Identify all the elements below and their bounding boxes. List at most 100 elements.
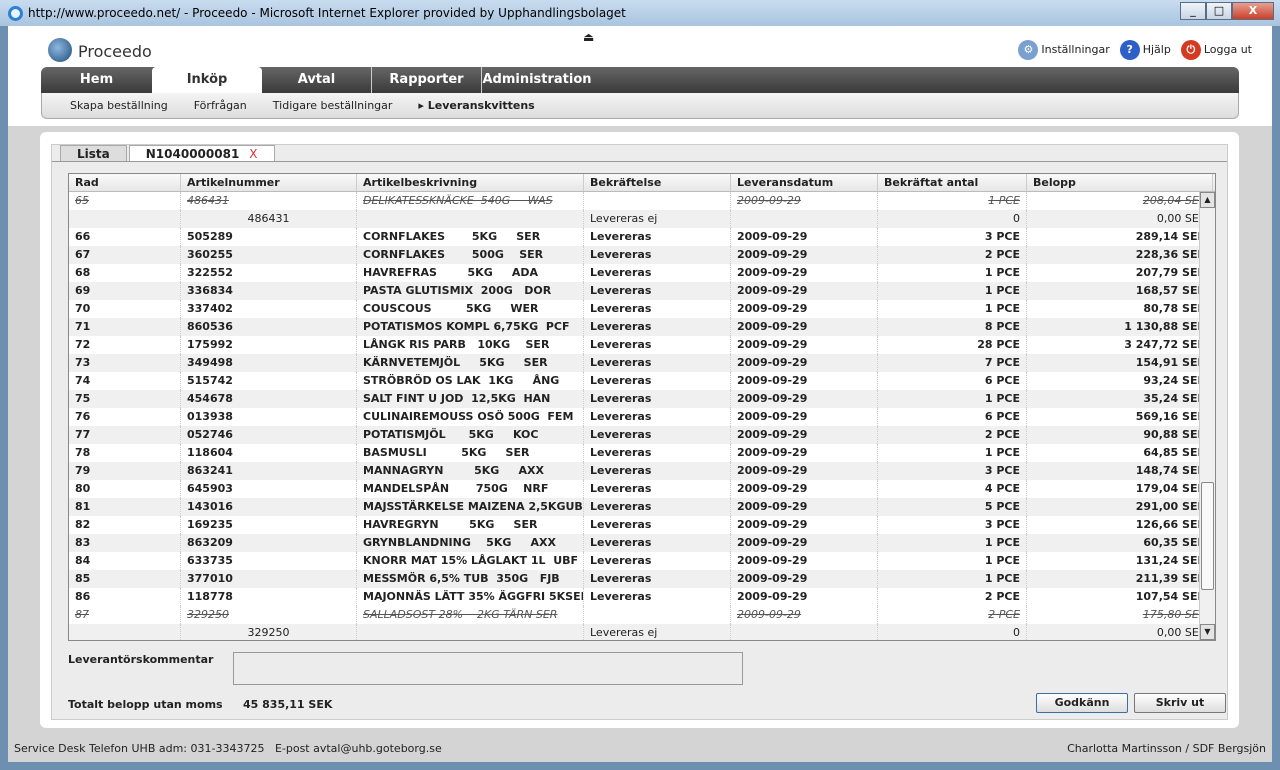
cell-text: Levereras [590, 320, 652, 333]
subnav-leveranskvittens[interactable]: ▸ Leveranskvittens [418, 99, 534, 112]
table-row[interactable]: 75 454678 SALT FINT U JOD 12,5KG HAN Levere… [69, 390, 1215, 408]
table-row[interactable]: 65 486431 DELIKATESSKNÄCKE 540G WAS 2009-09… [69, 192, 1215, 210]
cell-text: 3 247,72 SEK [1124, 338, 1206, 351]
table-cell: BASMUSLI 5KG SER [357, 444, 584, 462]
settings-link[interactable]: ⚙ Inställningar [1018, 40, 1110, 60]
minimize-button[interactable]: _ [1180, 2, 1206, 20]
table-cell: 70 [69, 300, 181, 318]
table-cell: 168,57 SEK [1027, 282, 1213, 300]
column-header[interactable]: Bekräftat antal [878, 174, 1027, 191]
cell-text: 2009-09-29 [737, 374, 808, 387]
column-header[interactable]: Artikelbeskrivning [357, 174, 584, 191]
column-header[interactable]: Bekräftelse [584, 174, 731, 191]
cell-text: 863241 [187, 464, 233, 477]
table-row[interactable]: 486431 Levereras ej 0 0,00 SEK [69, 210, 1215, 228]
table-cell: 1 PCE [878, 300, 1027, 318]
table-cell: 1 PCE [878, 192, 1027, 210]
nav-avtal[interactable]: Avtal [262, 67, 372, 93]
table-row[interactable]: 80 645903 MANDELSPÅN 750G NRF Levereras 2009… [69, 480, 1215, 498]
scroll-down-button[interactable]: ▼ [1200, 624, 1215, 640]
subnav-forfragan[interactable]: Förfrågan [194, 99, 247, 112]
logout-link[interactable]: ⏻ Logga ut [1180, 40, 1252, 60]
table-row[interactable]: 73 349498 KÄRNVETEMJÖL 5KG SER Levereras 200… [69, 354, 1215, 372]
table-row[interactable]: 82 169235 HAVREGRYN 5KG SER Levereras 2009-0… [69, 516, 1215, 534]
table-row[interactable]: 70 337402 COUSCOUS 5KG WER Levereras 2009-09… [69, 300, 1215, 318]
table-cell: COUSCOUS 5KG WER [357, 300, 584, 318]
table-row[interactable]: 79 863241 MANNAGRYN 5KG AXX Levereras 2009-0… [69, 462, 1215, 480]
cell-text: 28 PCE [977, 338, 1020, 351]
tab-lista[interactable]: Lista [60, 145, 127, 161]
nav-rapporter[interactable]: Rapporter [372, 67, 482, 93]
scroll-thumb[interactable] [1201, 482, 1214, 590]
cell-text: 65 [75, 194, 89, 207]
scrollbar[interactable]: ▲ ▼ [1199, 192, 1215, 640]
cell-text: PASTA GLUTISMIX 200G DOR [363, 284, 552, 297]
column-header[interactable]: Leveransdatum [731, 174, 878, 191]
cell-text: 336834 [187, 284, 233, 297]
table-row[interactable]: 66 505289 CORNFLAKES 5KG SER Levereras 2009-… [69, 228, 1215, 246]
close-button[interactable]: X [1232, 2, 1274, 20]
cell-text: 90,88 SEK [1143, 428, 1206, 441]
collapse-header-icon[interactable]: ⏏ [583, 30, 594, 44]
table-row[interactable]: 76 013938 CULINAIREMOUSS OSÖ 500G FEM Lever… [69, 408, 1215, 426]
table-cell: MAJONNÄS LÄTT 35% ÄGGFRI 5KSER [357, 588, 584, 606]
cell-text: 2009-09-29 [737, 482, 808, 495]
table-cell: Levereras [584, 300, 731, 318]
table-row[interactable]: 74 515742 STRÖBRÖD OS LAK 1KG ÅNG Levereras… [69, 372, 1215, 390]
table-row[interactable]: 72 175992 LÅNGK RIS PARB 10KG SER Levereras… [69, 336, 1215, 354]
nav-hem[interactable]: Hem [41, 67, 152, 93]
table-row[interactable]: 71 860536 POTATISMOS KOMPL 6,75KG PCF Lever… [69, 318, 1215, 336]
table-cell: 289,14 SEK [1027, 228, 1213, 246]
table-row[interactable]: 87 329250 SALLADSOST 28% 2KG TÄRN SER 2009-… [69, 606, 1215, 624]
table-row[interactable]: 69 336834 PASTA GLUTISMIX 200G DOR Leverera… [69, 282, 1215, 300]
nav-inkop[interactable]: Inköp [152, 67, 262, 93]
table-row[interactable]: 86 118778 MAJONNÄS LÄTT 35% ÄGGFRI 5KSER Le… [69, 588, 1215, 606]
table-row[interactable]: 78 118604 BASMUSLI 5KG SER Levereras 2009-09… [69, 444, 1215, 462]
table-cell: 93,24 SEK [1027, 372, 1213, 390]
column-header[interactable]: Artikelnummer [181, 174, 357, 191]
table-row[interactable]: 83 863209 GRYNBLANDNING 5KG AXX Levereras 20… [69, 534, 1215, 552]
table-cell: 3 PCE [878, 462, 1027, 480]
table-row[interactable]: 84 633735 KNORR MAT 15% LÅGLAKT 1L UBF Leve… [69, 552, 1215, 570]
nav-administration[interactable]: Administration [482, 67, 592, 93]
table-cell: Levereras [584, 426, 731, 444]
table-cell: 60,35 SEK [1027, 534, 1213, 552]
cell-text: Levereras [590, 230, 652, 243]
subnav-skapa-bestallning[interactable]: Skapa beställning [70, 99, 168, 112]
cell-text: 168,57 SEK [1135, 284, 1206, 297]
arrow-right-icon: ▸ [418, 99, 428, 112]
supplier-comment-field[interactable] [233, 652, 743, 685]
table-cell: MANDELSPÅN 750G NRF [357, 480, 584, 498]
cell-text: Levereras ej [590, 626, 658, 639]
table-cell: 64,85 SEK [1027, 444, 1213, 462]
scroll-up-button[interactable]: ▲ [1200, 192, 1215, 208]
cell-text: 208,04 SEK [1142, 194, 1206, 207]
table-row[interactable]: 68 322552 HAVREFRAS 5KG ADA Levereras 2009-0… [69, 264, 1215, 282]
table-row[interactable]: 77 052746 POTATISMJÖL 5KG KOC Levereras 2009… [69, 426, 1215, 444]
table-row[interactable]: 85 377010 MESSMÖR 6,5% TUB 350G FJB Leverer… [69, 570, 1215, 588]
approve-button[interactable]: Godkänn [1036, 693, 1128, 713]
cell-text: 569,16 SEK [1135, 410, 1206, 423]
table-row[interactable]: 81 143016 MAJSSTÄRKELSE MAIZENA 2,5KGUBF Le… [69, 498, 1215, 516]
table-cell: 633735 [181, 552, 357, 570]
cell-text: 337402 [187, 302, 233, 315]
subnav-tidigare-bestallningar[interactable]: Tidigare beställningar [273, 99, 393, 112]
cell-text: Levereras [590, 284, 652, 297]
help-link[interactable]: ? Hjälp [1119, 40, 1171, 60]
table-row[interactable]: 329250 Levereras ej 0 0,00 SEK [69, 624, 1215, 640]
table-row[interactable]: 67 360255 CORNFLAKES 500G SER Levereras 2009… [69, 246, 1215, 264]
table-cell: Levereras [584, 228, 731, 246]
print-button[interactable]: Skriv ut [1134, 693, 1226, 713]
table-cell: 2009-09-29 [731, 336, 878, 354]
table-cell: 013938 [181, 408, 357, 426]
tab-order[interactable]: N1040000081 X [128, 145, 275, 161]
column-header[interactable]: Rad [69, 174, 181, 191]
table-cell: 90,88 SEK [1027, 426, 1213, 444]
cell-text: 5 PCE [984, 500, 1020, 513]
table-cell: 486431 [181, 192, 357, 210]
column-header[interactable]: Belopp [1027, 174, 1213, 191]
cell-text: 143016 [187, 500, 233, 513]
maximize-button[interactable]: □ [1206, 2, 1232, 20]
cell-text: 2009-09-29 [737, 608, 801, 621]
close-tab-icon[interactable]: X [249, 147, 257, 161]
